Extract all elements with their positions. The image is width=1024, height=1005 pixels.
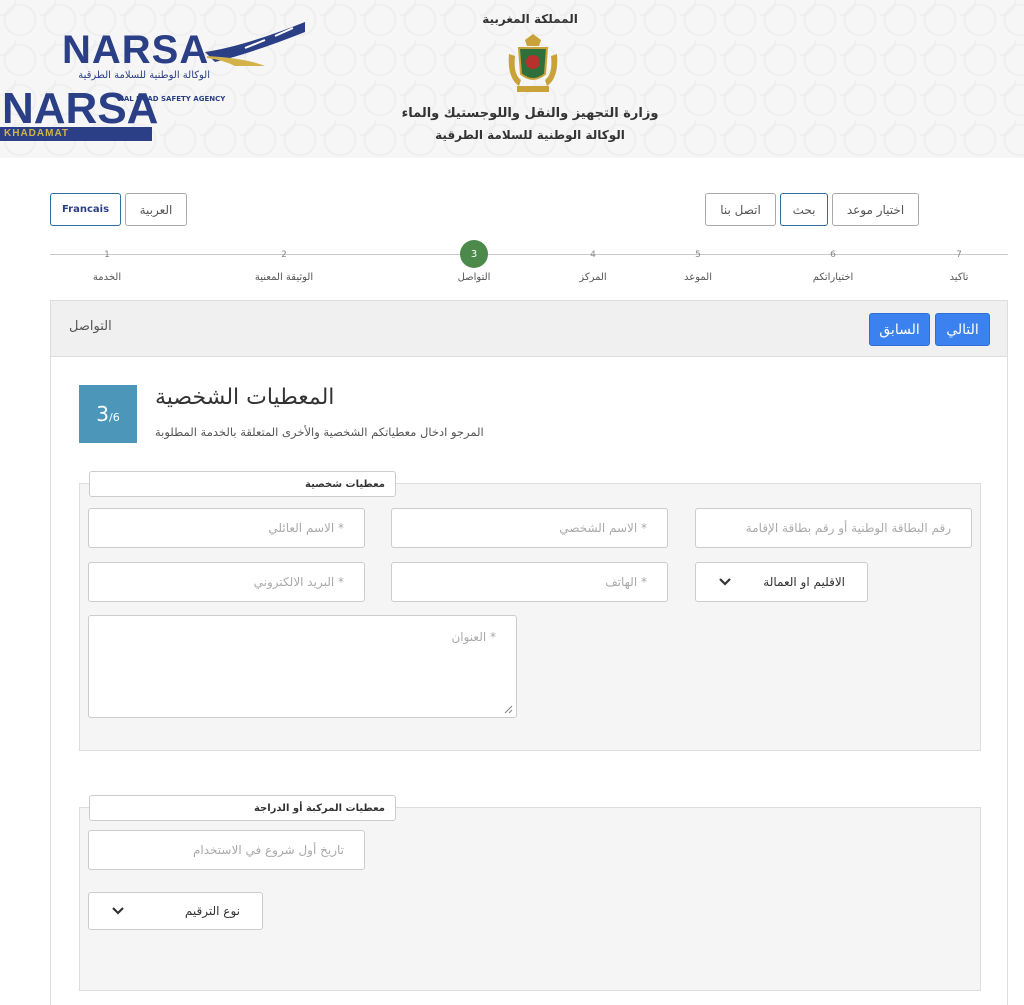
step-badge: 3/6: [79, 385, 137, 443]
step-number: 2: [281, 250, 287, 260]
contact-panel: التواصل السابق التالي 3/6 المعطيات الشخص…: [50, 300, 1008, 1005]
contact-button[interactable]: اتصل بنا: [705, 193, 776, 226]
panel-header: التواصل السابق التالي: [51, 301, 1007, 357]
step-label-center: المركز: [579, 272, 607, 283]
chevron-down-icon: [719, 578, 731, 586]
panel-title: التواصل: [69, 319, 112, 334]
agency-title: الوكالة الوطنية للسلامة الطرقية: [435, 128, 625, 142]
step-number: 1: [104, 250, 110, 260]
language-french-button[interactable]: Francais: [50, 193, 121, 226]
language-arabic-button[interactable]: العربية: [125, 193, 187, 226]
search-button[interactable]: بحث: [780, 193, 828, 226]
header-banner: NARSA الوكالة الوطنية للسلامة الطرقية NA…: [0, 0, 1024, 158]
road-logo-icon: [205, 22, 305, 66]
id-number-input[interactable]: رقم البطاقة الوطنية أو رقم بطاقة الإقامة: [695, 508, 972, 548]
first-name-input[interactable]: * الاسم الشخصي: [391, 508, 668, 548]
section-heading: المعطيات الشخصية: [155, 385, 335, 410]
chevron-down-icon: [112, 907, 124, 915]
step-number-active: 3: [460, 240, 488, 268]
step-label-document: الوثيقة المعنية: [254, 272, 314, 283]
address-placeholder: * العنوان: [451, 630, 496, 644]
address-textarea[interactable]: * العنوان: [88, 615, 517, 718]
step-label-contact: التواصل: [457, 272, 491, 283]
khadamat-bar: KHADAMAT: [0, 127, 152, 141]
coat-of-arms-icon: [508, 34, 558, 92]
province-select-value: الاقليم او العمالة: [763, 575, 845, 589]
step-number: 4: [590, 250, 596, 260]
province-select[interactable]: الاقليم او العمالة: [695, 562, 868, 602]
step-label-confirm: تاكيد: [949, 272, 969, 283]
narsa-logo-text: NARSA: [62, 28, 210, 72]
step-label-service: الخدمة: [92, 272, 122, 283]
plate-type-select[interactable]: نوع الترقيم: [88, 892, 263, 930]
email-input[interactable]: * البريد الالكتروني: [88, 562, 365, 602]
step-badge-number: 3: [96, 402, 109, 426]
step-number: 5: [695, 250, 701, 260]
ministry-title: وزارة التجهيز والنقل واللوجستيك والماء: [401, 106, 659, 121]
vehicle-data-legend: معطيات المركبة أو الدراجة: [89, 795, 396, 821]
step-label-choices: اختياراتكم: [812, 272, 854, 283]
agency-subtitle: NAL ROAD SAFETY AGENCY: [118, 95, 226, 103]
vehicle-data-fieldset: تاريخ أول شروع في الاستخدام نوع الترقيم: [79, 807, 981, 991]
choose-appointment-button[interactable]: اختيار موعد: [832, 193, 919, 226]
phone-input[interactable]: * الهاتف: [391, 562, 668, 602]
section-description: المرجو ادخال معطياتكم الشخصية والأخرى ال…: [155, 425, 484, 439]
last-name-input[interactable]: * الاسم العائلي: [88, 508, 365, 548]
step-number: 7: [956, 250, 962, 260]
narsa-logo-arabic: الوكالة الوطنية للسلامة الطرقية: [78, 70, 210, 81]
first-use-date-input[interactable]: تاريخ أول شروع في الاستخدام: [88, 830, 365, 870]
personal-data-legend: معطيات شخصية: [89, 471, 396, 497]
next-button[interactable]: التالي: [935, 313, 990, 346]
step-badge-total: /6: [109, 410, 120, 424]
personal-data-fieldset: رقم البطاقة الوطنية أو رقم بطاقة الإقامة…: [79, 483, 981, 751]
step-number: 6: [830, 250, 836, 260]
stepper-line: [50, 254, 1008, 255]
plate-type-select-value: نوع الترقيم: [184, 904, 240, 918]
previous-button[interactable]: السابق: [869, 313, 930, 346]
step-label-appointment: الموعد: [684, 272, 712, 283]
kingdom-title: المملكة المغربية: [482, 12, 578, 26]
resize-handle-icon[interactable]: [503, 704, 513, 714]
